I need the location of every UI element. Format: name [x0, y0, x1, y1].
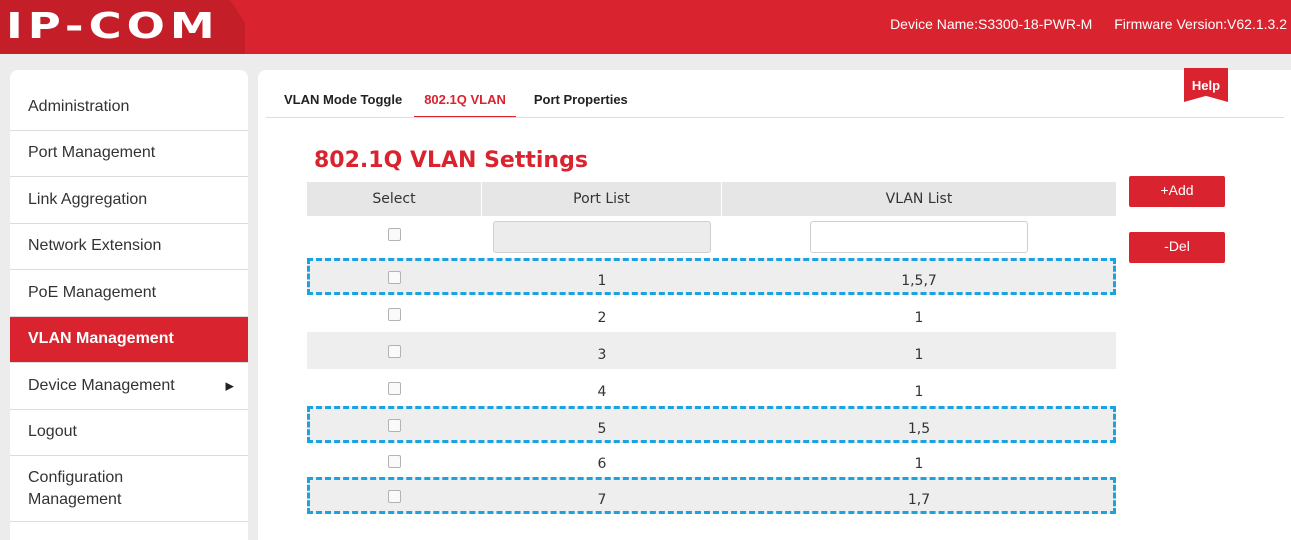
tab-port-properties[interactable]: Port Properties: [532, 92, 630, 118]
port-cell: 3: [597, 346, 607, 363]
select-cell: [307, 271, 482, 290]
vlan-cell: 1,5: [907, 420, 931, 437]
row-checkbox[interactable]: [388, 490, 401, 503]
vlan-cell: 1,7: [907, 491, 931, 508]
row-checkbox[interactable]: [388, 419, 401, 432]
submenu-arrow-icon: ▶: [225, 380, 234, 393]
select-cell: [307, 345, 482, 364]
vlan-input-cell: [722, 221, 1116, 253]
port-cell: 1: [597, 272, 607, 289]
sidebar-item-network-extension[interactable]: Network Extension: [10, 224, 248, 270]
row-checkbox[interactable]: [388, 227, 401, 241]
sidebar-item-logout[interactable]: Logout: [10, 410, 248, 456]
add-button[interactable]: +Add: [1129, 176, 1225, 207]
sidebar-item-vlan-management[interactable]: VLAN Management: [10, 316, 248, 363]
port-list-input[interactable]: [493, 221, 711, 253]
page-title: 802.1Q VLAN Settings: [314, 148, 588, 173]
column-header-port-list: Port List: [482, 182, 722, 216]
sidebar-nav: Administration Port Management Link Aggr…: [10, 70, 248, 540]
row-checkbox[interactable]: [388, 454, 401, 468]
tab-bar: VLAN Mode Toggle 802.1Q VLAN Port Proper…: [282, 92, 646, 118]
row-checkbox[interactable]: [388, 345, 401, 358]
sidebar-item-label: Link Aggregation: [28, 190, 148, 208]
delete-button[interactable]: -Del: [1129, 232, 1225, 263]
sidebar-item-configuration-management[interactable]: Configuration Management: [10, 456, 248, 522]
vlan-cell: 1: [914, 309, 924, 326]
table-row: 3 1: [307, 332, 1116, 369]
sidebar-item-link-aggregation[interactable]: Link Aggregation: [10, 177, 248, 224]
vlan-table: Select Port List VLAN List 1 1,5,7 2 1 3…: [307, 182, 1116, 514]
main-panel: VLAN Mode Toggle 802.1Q VLAN Port Proper…: [258, 68, 1291, 540]
sidebar-item-port-management[interactable]: Port Management: [10, 131, 248, 177]
vlan-cell: 1: [914, 456, 924, 472]
sidebar-item-administration[interactable]: Administration: [10, 84, 248, 131]
select-cell: [307, 454, 482, 473]
table-header: Select Port List VLAN List: [307, 182, 1116, 216]
table-row: 1 1,5,7: [307, 258, 1116, 295]
device-info: Device Name:S3300-18-PWR-M Firmware Vers…: [872, 16, 1287, 32]
table-row: 6 1: [307, 443, 1116, 477]
table-row: 4 1: [307, 369, 1116, 406]
select-cell: [307, 419, 482, 438]
table-row: 2 1: [307, 295, 1116, 332]
port-cell: 5: [597, 420, 607, 437]
sidebar-item-label: Network Extension: [28, 237, 162, 255]
port-cell: 4: [597, 383, 607, 400]
tab-8021q-vlan[interactable]: 802.1Q VLAN: [414, 92, 516, 118]
table-row: 7 1,7: [307, 477, 1116, 514]
port-input-cell: [482, 221, 722, 253]
brand-logo: IP-COM: [6, 6, 220, 47]
port-cell: 7: [597, 491, 607, 508]
table-row: 5 1,5: [307, 406, 1116, 443]
sidebar-item-label: Port Management: [28, 144, 156, 162]
select-cell: [307, 308, 482, 327]
firmware-version: Firmware Version:V62.1.3.2: [1114, 16, 1287, 32]
input-row: [307, 216, 1116, 258]
row-checkbox[interactable]: [388, 382, 401, 395]
select-cell: [307, 382, 482, 401]
port-cell: 6: [597, 456, 607, 472]
tab-divider: [266, 117, 1284, 118]
vlan-cell: 1,5,7: [901, 272, 937, 289]
sidebar-item-label: Device Management: [28, 376, 175, 394]
sidebar-item-label: PoE Management: [28, 283, 157, 301]
sidebar-item-label: VLAN Management: [28, 330, 174, 348]
row-checkbox[interactable]: [388, 271, 401, 284]
port-cell: 2: [597, 309, 607, 326]
sidebar-item-poe-management[interactable]: PoE Management: [10, 270, 248, 317]
column-header-vlan-list: VLAN List: [885, 191, 953, 207]
help-button[interactable]: Help: [1184, 68, 1228, 102]
sidebar-item-label: Logout: [28, 423, 77, 441]
select-cell: [307, 490, 482, 509]
sidebar-item-device-management[interactable]: Device Management ▶: [10, 363, 248, 410]
top-header: IP-COM Device Name:S3300-18-PWR-M Firmwa…: [0, 0, 1291, 54]
vlan-cell: 1: [914, 383, 924, 400]
select-cell: [307, 227, 482, 245]
sidebar-item-label: Configuration Management: [28, 468, 124, 508]
column-header-select: Select: [307, 182, 482, 216]
device-name: Device Name:S3300-18-PWR-M: [890, 16, 1093, 32]
vlan-list-input[interactable]: [810, 221, 1028, 253]
tab-vlan-mode-toggle[interactable]: VLAN Mode Toggle: [282, 92, 404, 118]
vlan-cell: 1: [914, 346, 924, 363]
sidebar-item-label: Administration: [28, 97, 130, 115]
row-checkbox[interactable]: [388, 308, 401, 321]
